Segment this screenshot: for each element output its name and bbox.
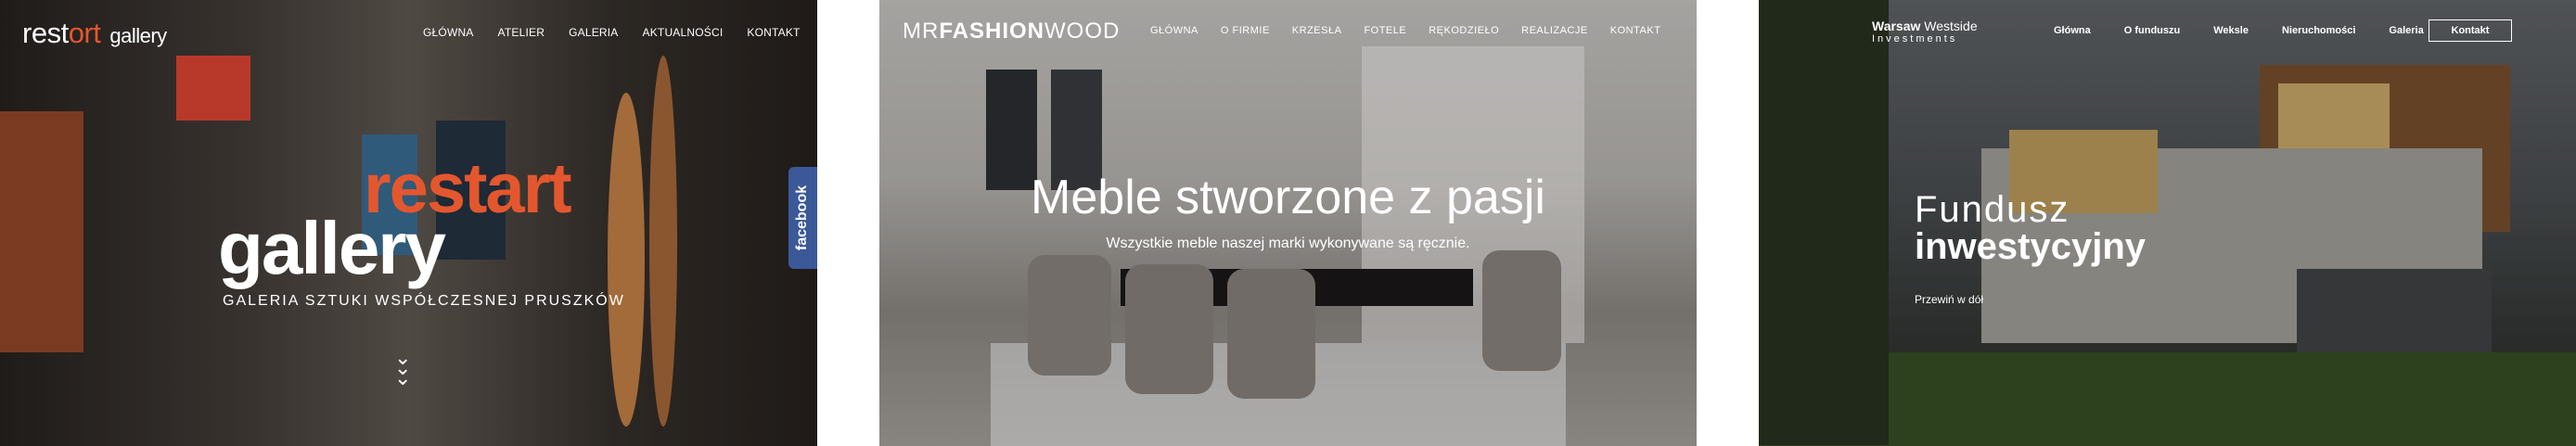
fashion-main-nav: GŁÓWNA O FIRMIE KRZESŁA FOTELE RĘKODZIEŁ… — [1150, 25, 1683, 36]
logo-subtext: gallery — [109, 24, 167, 47]
nav-item-glowna[interactable]: GŁÓWNA — [423, 26, 474, 39]
contact-button[interactable]: Kontakt — [2429, 19, 2512, 42]
westside-site-panel: Warsaw Westside Investments Główna O fun… — [1759, 0, 2576, 446]
logo-text-end: WOOD — [1044, 19, 1121, 44]
nav-item-krzesla[interactable]: KRZESŁA — [1292, 25, 1342, 36]
nav-item-kontakt[interactable]: KONTAKT — [747, 26, 800, 39]
nav-item-aktualnosci[interactable]: AKTUALNOŚCI — [643, 26, 724, 39]
nav-item-rekodzielo[interactable]: RĘKODZIEŁO — [1429, 25, 1499, 36]
nav-item-glowna[interactable]: GŁÓWNA — [1150, 25, 1198, 36]
nav-item-o-firmie[interactable]: O FIRMIE — [1221, 25, 1270, 36]
hero-headline: gallery — [218, 207, 446, 289]
facebook-tab[interactable]: facebook — [788, 167, 817, 269]
nav-item-fotele[interactable]: FOTELE — [1364, 25, 1406, 36]
logo-text: MR — [903, 19, 940, 44]
hero-headline-light: Fundusz — [1915, 189, 2070, 230]
logo-accent-text: ort — [68, 17, 101, 49]
logo-text: Westside — [1924, 19, 1978, 33]
wooden-sculpture — [649, 56, 677, 427]
hero-headline-bold: inwestycyjny — [1915, 226, 2147, 267]
logo-bold-text: FASHION — [939, 19, 1045, 44]
painting-orange — [0, 111, 83, 352]
hero-subtitle: Wszystkie meble naszej marki wykonywane … — [1106, 236, 1470, 251]
gallery-site-panel: restort gallery GŁÓWNA ATELIER GALERIA AK… — [0, 0, 817, 446]
nav-item-nieruchomosci[interactable]: Nieruchomości — [2282, 25, 2355, 36]
hero-headline: Meble stworzone z pasji — [1031, 171, 1545, 224]
nav-item-glowna[interactable]: Główna — [2054, 25, 2091, 36]
westside-logo[interactable]: Warsaw Westside Investments — [1872, 19, 1978, 45]
nav-item-kontakt[interactable]: KONTAKT — [1610, 25, 1661, 36]
gallery-logo[interactable]: restort gallery — [22, 17, 167, 50]
painting-red — [176, 56, 250, 121]
fashion-site-panel: MRFASHIONWOOD GŁÓWNA O FIRMIE KRZESŁA FO… — [879, 0, 1697, 446]
westside-background-overlay — [1759, 0, 2576, 446]
nav-item-o-funduszu[interactable]: O funduszu — [2124, 25, 2181, 36]
westside-main-nav: Główna O funduszu Weksle Nieruchomości G… — [2054, 25, 2457, 36]
logo-bold-text: Warsaw — [1872, 19, 1921, 33]
nav-item-realizacje[interactable]: REALIZACJE — [1521, 25, 1588, 36]
fashion-logo[interactable]: MRFASHIONWOOD — [903, 19, 1120, 45]
nav-item-galeria[interactable]: GALERIA — [569, 26, 618, 39]
nav-item-galeria[interactable]: Galeria — [2389, 25, 2423, 36]
facebook-tab-label: facebook — [794, 185, 811, 251]
logo-subtext: Investments — [1872, 33, 1958, 45]
nav-item-weksle[interactable]: Weksle — [2213, 25, 2249, 36]
nav-item-atelier[interactable]: ATELIER — [498, 26, 545, 39]
logo-text: rest — [22, 17, 69, 49]
gallery-main-nav: GŁÓWNA ATELIER GALERIA AKTUALNOŚCI KONTA… — [423, 26, 817, 39]
wooden-sculpture — [608, 93, 645, 427]
hero-subtitle: GALERIA SZTUKI WSPÓŁCZESNEJ PRUSZKÓW — [223, 293, 625, 309]
scroll-down-link[interactable]: Przewiń w dół — [1915, 293, 1983, 306]
chevrons-down-icon[interactable]: ⌄ ⌄ ⌄ — [394, 348, 411, 389]
